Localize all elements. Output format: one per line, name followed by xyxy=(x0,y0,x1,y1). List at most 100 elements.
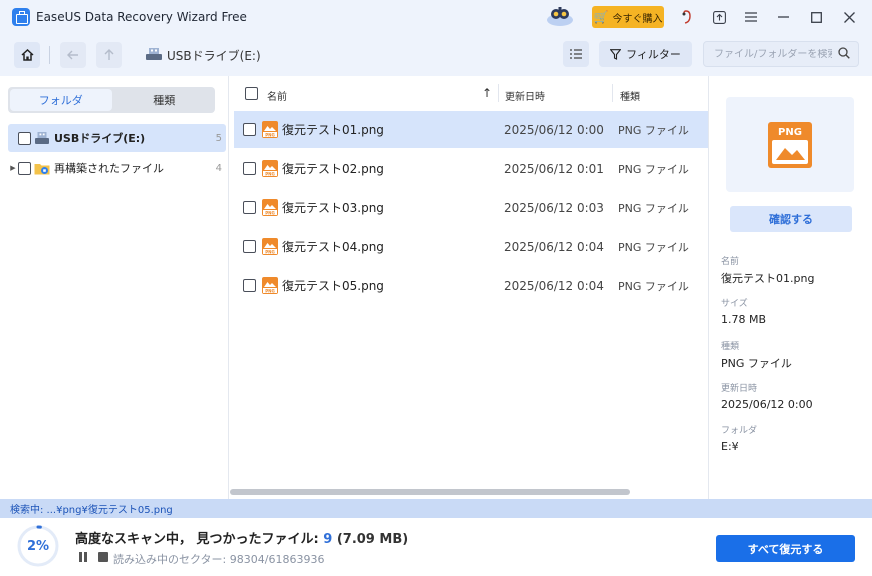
file-row[interactable]: PNG 復元テスト04.png 2025/06/12 0:04 PNG ファイル xyxy=(234,228,708,265)
found-size: (7.09 MB) xyxy=(332,532,409,547)
row-checkbox[interactable] xyxy=(243,162,256,175)
column-type[interactable]: 種類 xyxy=(620,88,640,103)
file-row[interactable]: PNG 復元テスト02.png 2025/06/12 0:01 PNG ファイル xyxy=(234,150,708,187)
file-date: 2025/06/12 0:00 xyxy=(504,122,604,137)
tree-checkbox[interactable] xyxy=(18,131,31,145)
file-date: 2025/06/12 0:04 xyxy=(504,239,604,254)
close-icon[interactable] xyxy=(841,9,857,25)
search-icon[interactable] xyxy=(838,47,850,59)
info-label-type: 種類 xyxy=(721,342,740,352)
filter-button[interactable]: フィルター xyxy=(599,41,692,67)
file-date: 2025/06/12 0:03 xyxy=(504,200,604,215)
png-file-icon: PNG xyxy=(262,199,278,216)
row-checkbox[interactable] xyxy=(243,279,256,292)
file-name: 復元テスト03.png xyxy=(282,201,384,215)
filter-icon xyxy=(610,48,622,60)
column-divider[interactable] xyxy=(612,84,613,102)
title-bar: EaseUS Data Recovery Wizard Free 🛒 今すぐ購入 xyxy=(0,0,872,34)
tree-item-usb-drive[interactable]: USBドライブ(E:) 5 xyxy=(8,124,226,152)
column-modified[interactable]: 更新日時 xyxy=(505,88,545,103)
row-checkbox[interactable] xyxy=(243,123,256,136)
info-value-name: 復元テスト01.png xyxy=(721,272,815,285)
list-view-button[interactable] xyxy=(563,41,589,67)
expand-caret-icon[interactable]: ▶ xyxy=(8,164,18,172)
view-mode-tabs: フォルダ 種類 xyxy=(8,87,215,113)
row-checkbox[interactable] xyxy=(243,201,256,214)
file-date: 2025/06/12 0:01 xyxy=(504,161,604,176)
column-divider[interactable] xyxy=(498,84,499,102)
found-count: 9 xyxy=(323,532,333,547)
toolbar-divider xyxy=(49,46,50,64)
usb-drive-icon xyxy=(146,48,162,60)
file-name: 復元テスト04.png xyxy=(282,240,384,254)
tree-item-count: 4 xyxy=(215,162,222,174)
maximize-icon[interactable] xyxy=(808,9,824,25)
file-name: 復元テスト02.png xyxy=(282,162,384,176)
svg-text:PNG: PNG xyxy=(265,132,275,137)
scan-status-text: 高度なスキャン中， 見つかったファイル: xyxy=(75,532,324,547)
file-type: PNG ファイル xyxy=(618,201,689,215)
file-type: PNG ファイル xyxy=(618,162,689,176)
png-file-icon: PNG xyxy=(262,238,278,255)
preview-confirm-button[interactable]: 確認する xyxy=(730,206,852,232)
sector-progress: 読み込み中のセクター: 98304/61863936 xyxy=(113,553,325,566)
info-label-size: サイズ xyxy=(721,299,748,309)
file-name: 復元テスト01.png xyxy=(282,123,384,137)
stop-icon[interactable] xyxy=(98,552,108,562)
tree-item-label: USBドライブ(E:) xyxy=(54,132,146,145)
png-preview-icon: PNG xyxy=(768,121,812,168)
column-name[interactable]: 名前 xyxy=(267,88,287,103)
tree-item-rebuilt-files[interactable]: ▶ 再構築されたファイル 4 xyxy=(8,154,226,182)
file-row[interactable]: PNG 復元テスト03.png 2025/06/12 0:03 PNG ファイル xyxy=(234,189,708,226)
info-value-modified: 2025/06/12 0:00 xyxy=(721,398,813,411)
info-value-folder: E:¥ xyxy=(721,440,739,453)
binoculars-mascot-icon[interactable] xyxy=(545,4,575,28)
search-box[interactable] xyxy=(703,41,859,67)
search-input[interactable] xyxy=(714,48,832,60)
file-row[interactable]: PNG 復元テスト01.png 2025/06/12 0:00 PNG ファイル xyxy=(234,111,708,148)
svg-text:PNG: PNG xyxy=(265,288,275,293)
file-date: 2025/06/12 0:04 xyxy=(504,278,604,293)
scan-progress-bar: 2% 高度なスキャン中， 見つかったファイル: 9 (7.09 MB) 読み込み… xyxy=(0,518,872,576)
folder-icon xyxy=(34,163,50,174)
menu-icon[interactable] xyxy=(743,9,759,25)
info-label-modified: 更新日時 xyxy=(721,384,758,394)
file-row[interactable]: PNG 復元テスト05.png 2025/06/12 0:04 PNG ファイル xyxy=(234,267,708,304)
share-icon[interactable] xyxy=(679,9,695,25)
upload-icon[interactable] xyxy=(711,9,727,25)
toolbar: USBドライブ(E:) フィルター xyxy=(0,34,872,76)
back-button[interactable] xyxy=(60,42,86,68)
info-value-size: 1.78 MB xyxy=(721,313,767,326)
tab-folder[interactable]: フォルダ xyxy=(10,89,112,111)
file-name: 復元テスト05.png xyxy=(282,279,384,293)
cart-icon: 🛒 xyxy=(593,10,609,24)
sort-arrow-icon[interactable]: ↑ xyxy=(482,86,492,100)
tree-checkbox[interactable] xyxy=(18,161,31,175)
tab-type[interactable]: 種類 xyxy=(114,87,216,113)
png-file-icon: PNG xyxy=(262,277,278,294)
scan-summary: 高度なスキャン中， 見つかったファイル: 9 (7.09 MB) xyxy=(75,528,408,547)
buy-now-button[interactable]: 🛒 今すぐ購入 xyxy=(592,6,664,28)
select-all-checkbox[interactable] xyxy=(245,87,258,100)
info-label-name: 名前 xyxy=(721,257,740,267)
minimize-icon[interactable] xyxy=(775,9,791,25)
recover-all-button[interactable]: すべて復元する xyxy=(716,535,855,562)
pause-icon[interactable] xyxy=(78,552,88,562)
search-status-bar: 検索中: ...¥png¥復元テスト05.png xyxy=(0,499,872,518)
tree-item-label: 再構築されたファイル xyxy=(54,162,164,175)
row-checkbox[interactable] xyxy=(243,240,256,253)
list-header: 名前 ↑ 更新日時 種類 xyxy=(230,76,708,110)
up-icon xyxy=(104,49,114,60)
home-icon xyxy=(20,49,34,61)
horizontal-scrollbar[interactable] xyxy=(230,489,630,495)
back-icon xyxy=(67,50,78,60)
up-button[interactable] xyxy=(96,42,122,68)
list-view-icon xyxy=(570,49,582,59)
app-title: EaseUS Data Recovery Wizard Free xyxy=(36,10,247,24)
info-value-type: PNG ファイル xyxy=(721,357,792,370)
svg-text:PNG: PNG xyxy=(265,210,275,215)
current-path[interactable]: USBドライブ(E:) xyxy=(167,47,261,64)
progress-percent: 2% xyxy=(26,538,50,554)
png-badge: PNG xyxy=(778,127,802,138)
home-button[interactable] xyxy=(14,42,40,68)
